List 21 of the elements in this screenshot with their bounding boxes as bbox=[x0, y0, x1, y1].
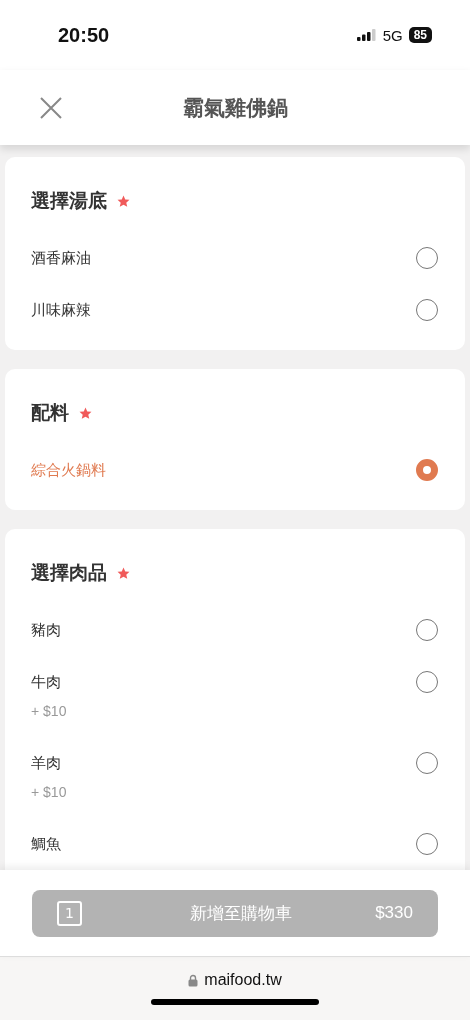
option-name[interactable]: 豬肉 bbox=[31, 618, 61, 642]
lock-icon bbox=[188, 973, 199, 987]
option-price: + $10 bbox=[31, 783, 67, 802]
battery-level: 85 bbox=[408, 27, 432, 43]
option-name[interactable]: 酒香麻油 bbox=[31, 246, 91, 270]
option-name[interactable]: 川味麻辣 bbox=[31, 298, 91, 322]
section-title: 配料 bbox=[31, 400, 69, 425]
radio-button[interactable] bbox=[416, 459, 438, 481]
url-text[interactable]: maifood.tw bbox=[204, 971, 282, 989]
option-name[interactable]: 鯛魚 bbox=[31, 832, 61, 856]
option-name[interactable]: 羊肉 bbox=[31, 751, 67, 775]
option-name[interactable]: 牛肉 bbox=[31, 670, 67, 694]
quantity-box: 1 bbox=[57, 900, 82, 926]
network-label: 5G bbox=[382, 26, 403, 44]
section-title: 選擇湯底 bbox=[31, 188, 107, 213]
close-icon[interactable] bbox=[40, 97, 62, 119]
status-time: 20:50 bbox=[58, 23, 110, 47]
section-title: 選擇肉品 bbox=[31, 560, 107, 585]
signal-icon bbox=[356, 29, 377, 41]
dish-title: 霸氣雞佛鍋 bbox=[182, 94, 288, 122]
option-price: + $10 bbox=[31, 702, 67, 721]
